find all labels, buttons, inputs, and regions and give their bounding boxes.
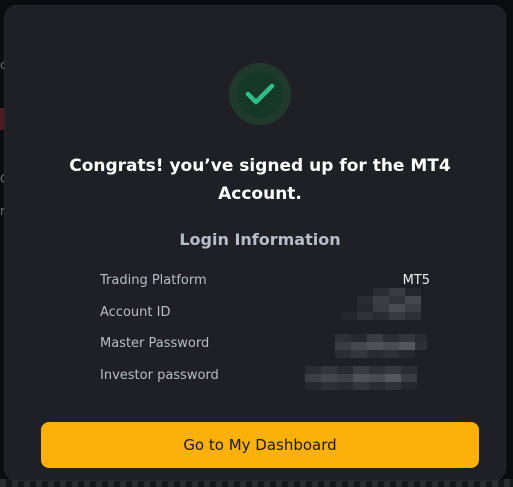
background-fragment — [0, 479, 513, 487]
row-label: Account ID — [100, 304, 171, 320]
background-fragment — [0, 108, 4, 130]
row-label: Trading Platform — [100, 272, 207, 288]
row-label: Investor password — [100, 367, 219, 383]
success-badge — [229, 63, 291, 125]
go-to-dashboard-button[interactable]: Go to My Dashboard — [41, 422, 479, 468]
login-info-heading: Login Information — [179, 230, 341, 249]
redacted-credentials — [305, 288, 427, 390]
modal-title: Congrats! you’ve signed up for the MT4 A… — [69, 156, 451, 204]
row-label: Master Password — [100, 335, 210, 351]
check-icon — [237, 71, 283, 117]
signup-success-modal: Congrats! you’ve signed up for the MT4 A… — [5, 6, 505, 480]
